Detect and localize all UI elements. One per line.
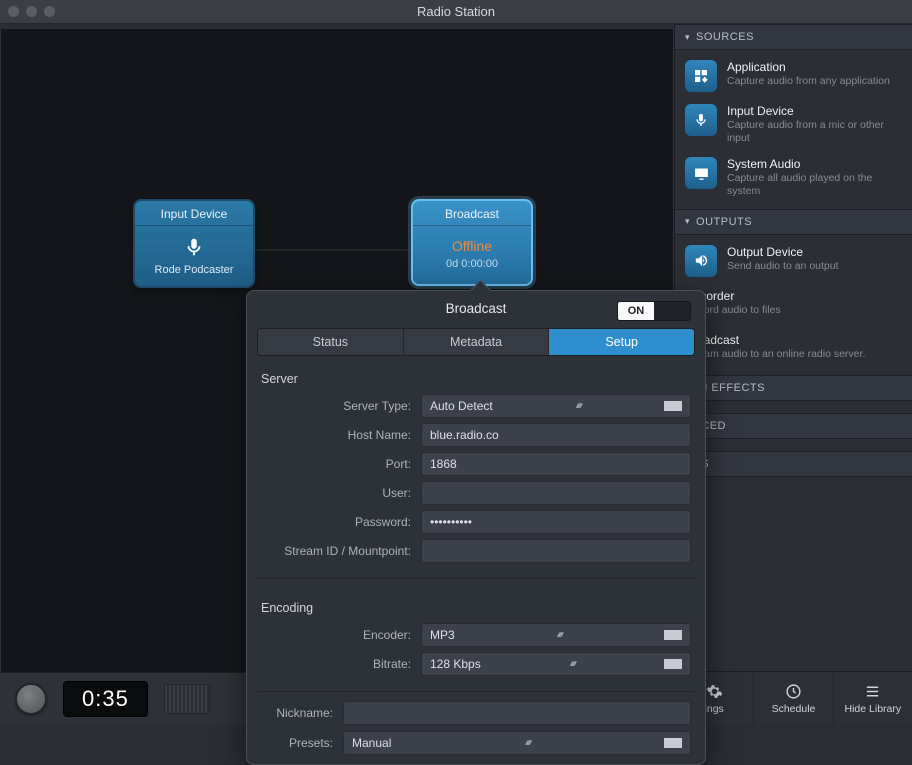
select-arrows-icon: ▴▾ [576,403,581,408]
window-title: Radio Station [0,4,912,19]
schedule-button[interactable]: Schedule [753,672,832,725]
label-mountpoint: Stream ID / Mountpoint: [261,544,411,558]
select-value: Manual [352,736,391,750]
toggle-on: ON [618,302,654,320]
select-arrows-icon: ▴▾ [525,740,530,745]
node-header: Input Device [135,201,253,226]
output-item-output-device[interactable]: Output Device Send audio to an output [675,239,912,283]
select-arrows-icon: ▴▾ [557,632,562,637]
source-title: System Audio [727,157,902,171]
input-password[interactable] [421,510,691,534]
label-user: User: [261,486,411,500]
level-grille [164,684,210,714]
source-desc: Capture audio from any application [727,75,890,88]
section-others[interactable]: ERS [675,451,912,477]
tab-setup[interactable]: Setup [549,329,694,355]
source-item-input-device[interactable]: Input Device Capture audio from a mic or… [675,98,912,151]
input-user[interactable] [421,481,691,505]
broadcast-time: 0d 0:00:00 [446,258,498,270]
speaker-icon [685,245,717,277]
section-label: SOURCES [696,31,754,43]
display-icon [685,157,717,189]
select-value: 128 Kbps [430,657,481,671]
tab-status[interactable]: Status [258,329,404,355]
popover-title: Broadcast [446,301,507,316]
select-value: MP3 [430,628,455,642]
button-label: ings [705,703,724,715]
library-footer: ings Schedule Hide Library [675,671,912,725]
clock-icon [785,683,802,700]
section-outputs[interactable]: ▾ OUTPUTS [675,209,912,235]
input-port[interactable] [421,452,691,476]
source-desc: Capture all audio played on the system [727,172,902,198]
input-host[interactable] [421,423,691,447]
broadcast-status: Offline [452,238,492,254]
titlebar: Radio Station [0,0,912,24]
output-item-recorder[interactable]: Recorder Record audio to files [675,283,912,327]
select-encoder[interactable]: MP3 ▴▾ [421,623,691,647]
chevron-down-icon: ▾ [685,32,690,43]
record-button[interactable] [15,683,47,715]
node-input-device[interactable]: Input Device Rode Podcaster [133,199,255,288]
select-server-type[interactable]: Auto Detect ▴▾ [421,394,691,418]
select-presets[interactable]: Manual ▴▾ [343,731,691,755]
library-sidebar: ▾ SOURCES Application Capture audio from… [674,24,912,725]
button-label: Schedule [772,703,816,715]
label-nickname: Nickname: [261,706,333,720]
toggle-off [654,302,690,320]
chevron-down-icon: ▾ [685,216,690,227]
output-title: Broadcast [685,333,865,347]
app-icon [685,60,717,92]
select-arrows-icon: ▴▾ [570,661,575,666]
section-heading: Server [261,372,691,386]
tab-metadata[interactable]: Metadata [404,329,550,355]
label-encoder: Encoder: [261,628,411,642]
section-advanced[interactable]: ANCED [675,413,912,439]
broadcast-popover: Broadcast ON Status Metadata Setup Serve… [246,290,706,765]
output-title: Output Device [727,245,839,259]
separator [257,578,695,579]
select-value: Auto Detect [430,399,493,413]
label-server-type: Server Type: [261,399,411,413]
section-builtin-effects[interactable]: T-IN EFFECTS [675,375,912,401]
outputs-list: Output Device Send audio to an output Re… [675,235,912,375]
source-desc: Capture audio from a mic or other input [727,119,902,145]
source-title: Application [727,60,890,74]
tabbar: Status Metadata Setup [257,328,695,356]
button-label: Hide Library [845,703,902,715]
source-item-system-audio[interactable]: System Audio Capture all audio played on… [675,151,912,204]
output-desc: Send audio to an output [727,260,839,273]
separator [257,691,695,692]
gear-icon [706,683,723,700]
on-off-toggle[interactable]: ON [617,301,691,321]
source-title: Input Device [727,104,902,118]
mic-icon [685,104,717,136]
section-server: Server Server Type: Auto Detect ▴▾ Host … [247,356,705,572]
label-port: Port: [261,457,411,471]
label-bitrate: Bitrate: [261,657,411,671]
time-display: 0:35 [63,681,148,717]
select-bitrate[interactable]: 128 Kbps ▴▾ [421,652,691,676]
output-desc: Stream audio to an online radio server. [685,348,865,361]
label-password: Password: [261,515,411,529]
section-sources[interactable]: ▾ SOURCES [675,24,912,50]
mic-icon [181,234,207,260]
label-host: Host Name: [261,428,411,442]
node-header: Broadcast [413,201,531,226]
node-broadcast[interactable]: Broadcast Offline 0d 0:00:00 [411,199,533,286]
hide-library-button[interactable]: Hide Library [833,672,912,725]
label-presets: Presets: [261,736,333,750]
output-item-broadcast[interactable]: Broadcast Stream audio to an online radi… [675,327,912,371]
input-mountpoint[interactable] [421,539,691,563]
section-heading: Encoding [261,601,691,615]
sources-list: Application Capture audio from any appli… [675,50,912,209]
list-icon [864,683,881,700]
source-item-application[interactable]: Application Capture audio from any appli… [675,54,912,98]
input-nickname[interactable] [343,701,691,725]
section-label: OUTPUTS [696,216,752,228]
section-encoding: Encoding Encoder: MP3 ▴▾ Bitrate: 128 Kb… [247,585,705,685]
node-subtitle: Rode Podcaster [155,264,234,276]
patch-cable [251,249,411,251]
